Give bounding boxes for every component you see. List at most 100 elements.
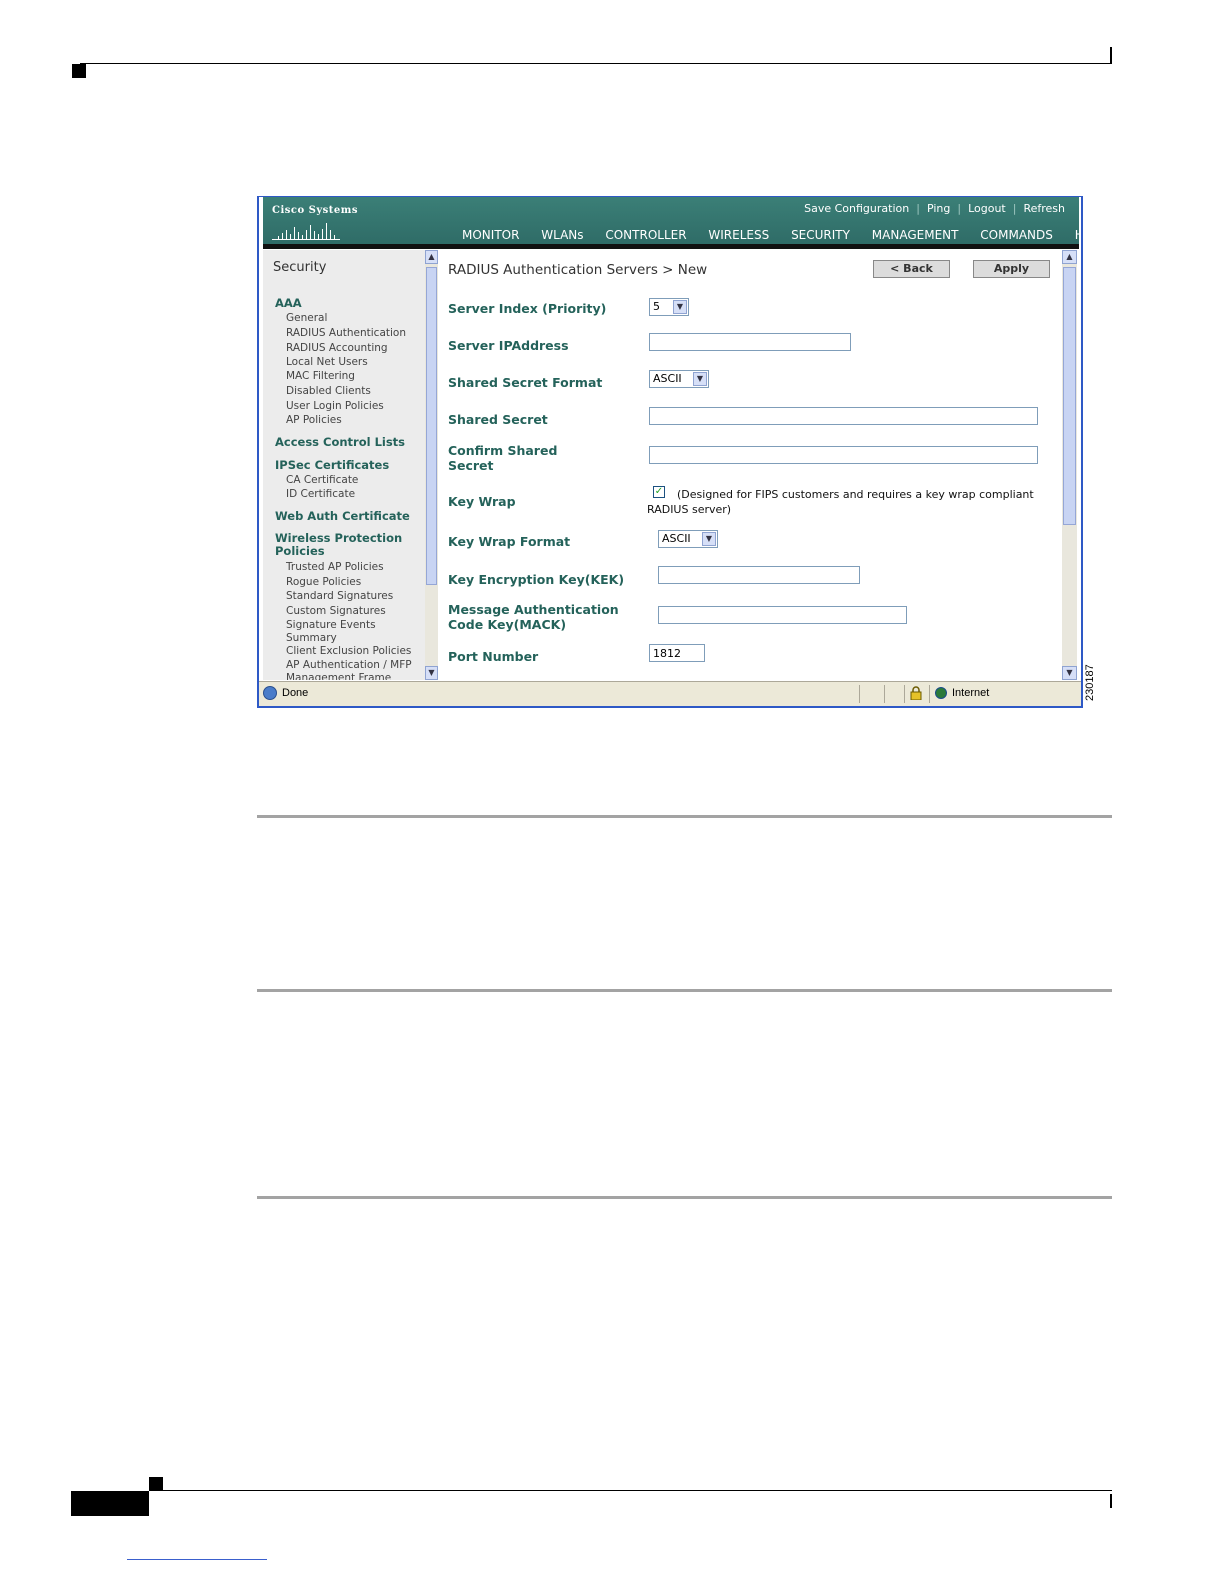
sidebar-item-radius-accounting[interactable]: RADIUS Accounting	[286, 342, 388, 354]
sidebar-item-wireless-protection-policies[interactable]: Wireless Protection Policies	[275, 532, 402, 558]
page-done-icon	[263, 686, 277, 700]
main-scroll-down-icon[interactable]: ▼	[1062, 666, 1077, 680]
sidebar-item-user-login-policies[interactable]: User Login Policies	[286, 400, 384, 412]
header-divider	[263, 244, 1079, 249]
chevron-down-icon: ▼	[693, 372, 707, 386]
app-header: Cisco Systems Save Configuration | Ping | Lo…	[263, 197, 1081, 249]
key-wrap-checkbox[interactable]: ✓	[653, 486, 665, 498]
chevron-down-icon: ▼	[673, 300, 687, 314]
server-ip-label: Server IPAddress	[448, 338, 569, 353]
sidebar-item-summary[interactable]: Summary	[286, 632, 337, 644]
sidebar-item-signature-events[interactable]: Signature Events	[286, 619, 376, 631]
mack-input[interactable]	[658, 606, 907, 624]
key-wrap-format-value: ASCII	[662, 532, 691, 545]
server-index-label: Server Index (Priority)	[448, 301, 607, 316]
chevron-down-icon: ▼	[702, 532, 716, 546]
sidebar-scroll-thumb[interactable]	[426, 267, 437, 585]
mack-label-line-2: Code Key(MACK)	[448, 617, 567, 632]
nav-management[interactable]: MANAGEMENT	[863, 228, 968, 245]
confirm-label-line-1: Confirm Shared	[448, 443, 558, 458]
checkmark-icon: ✓	[654, 486, 664, 497]
secret-format-value: ASCII	[653, 372, 682, 385]
internet-zone-icon	[935, 687, 947, 699]
sidebar-item-management-frame[interactable]: Management Frame	[286, 672, 391, 680]
ping-link[interactable]: Ping	[927, 202, 950, 215]
nav-wireless[interactable]: WIRELESS	[699, 228, 778, 245]
back-button[interactable]: < Back	[873, 260, 950, 278]
server-ip-input[interactable]	[649, 333, 851, 351]
sidebar-item-rogue-policies[interactable]: Rogue Policies	[286, 576, 361, 588]
sidebar-item-client-exclusion-policies[interactable]: Client Exclusion Policies	[286, 645, 411, 657]
status-divider	[929, 685, 930, 703]
figure-id: 230187	[1084, 664, 1096, 701]
status-divider	[904, 685, 905, 703]
section-separator	[257, 815, 1112, 818]
key-wrap-note-line-2: RADIUS server)	[647, 503, 732, 516]
secret-format-select[interactable]: ASCII ▼	[649, 370, 709, 388]
browser-status-bar: Done Internet	[259, 681, 1081, 706]
sidebar-item-ipsec-certificates[interactable]: IPSec Certificates	[275, 459, 389, 472]
sidebar-item-custom-signatures[interactable]: Custom Signatures	[286, 605, 386, 617]
confirm-label-line-2: Secret	[448, 458, 494, 473]
main-scroll-thumb[interactable]	[1063, 267, 1076, 525]
main-content: RADIUS Authentication Servers > New < Ba…	[438, 250, 1062, 680]
shared-secret-label: Shared Secret	[448, 412, 548, 427]
page-top-rule	[80, 63, 1112, 64]
sidebar-item-general[interactable]: General	[286, 312, 327, 324]
save-configuration-link[interactable]: Save Configuration	[804, 202, 909, 215]
page-bottom-marker	[149, 1477, 163, 1491]
section-separator	[257, 989, 1112, 992]
lock-icon	[910, 686, 922, 700]
sidebar-item-mac-filtering[interactable]: MAC Filtering	[286, 370, 355, 382]
mack-label-line-1: Message Authentication	[448, 602, 619, 617]
wps-label-line-1: Wireless Protection	[275, 531, 403, 545]
cisco-logo-text: Cisco Systems	[272, 205, 358, 216]
sidebar-scroll-down-icon[interactable]: ▼	[425, 666, 438, 680]
footer-link-underline[interactable]	[127, 1559, 267, 1560]
nav-commands[interactable]: COMMANDS	[971, 228, 1062, 245]
port-number-label: Port Number	[448, 649, 539, 664]
confirm-secret-label: Confirm Shared Secret	[448, 443, 557, 473]
wps-label-line-2: Policies	[275, 544, 325, 558]
apply-button[interactable]: Apply	[973, 260, 1050, 278]
sidebar-scroll-up-icon[interactable]: ▲	[425, 250, 438, 264]
sidebar-item-radius-authentication[interactable]: RADIUS Authentication	[286, 327, 406, 339]
key-wrap-format-select[interactable]: ASCII ▼	[658, 530, 718, 548]
refresh-link[interactable]: Refresh	[1023, 202, 1065, 215]
status-divider	[884, 685, 885, 703]
sidebar-item-trusted-ap-policies[interactable]: Trusted AP Policies	[286, 561, 384, 573]
sidebar-item-web-auth-certificate[interactable]: Web Auth Certificate	[275, 510, 410, 523]
logout-link[interactable]: Logout	[968, 202, 1006, 215]
sidebar-item-access-control-lists[interactable]: Access Control Lists	[275, 436, 405, 449]
main-scroll-up-icon[interactable]: ▲	[1062, 250, 1077, 264]
kek-input[interactable]	[658, 566, 860, 584]
sidebar-item-standard-signatures[interactable]: Standard Signatures	[286, 590, 393, 602]
nav-monitor[interactable]: MONITOR	[453, 228, 528, 245]
page-bottom-rule	[150, 1490, 1112, 1491]
nav-controller[interactable]: CONTROLLER	[596, 228, 695, 245]
status-divider	[859, 685, 860, 703]
sidebar-item-local-net-users[interactable]: Local Net Users	[286, 356, 368, 368]
sidebar-item-ap-policies[interactable]: AP Policies	[286, 414, 342, 426]
port-number-input[interactable]	[649, 644, 705, 662]
shared-secret-input[interactable]	[649, 407, 1038, 425]
sidebar-item-ca-certificate[interactable]: CA Certificate	[286, 474, 358, 486]
browser-window: Cisco Systems Save Configuration | Ping | Lo…	[257, 196, 1083, 708]
page-bottom-block	[71, 1491, 149, 1516]
zone-text: Internet	[952, 687, 990, 699]
section-separator	[257, 1196, 1112, 1199]
server-index-select[interactable]: 5 ▼	[649, 298, 689, 316]
sidebar-item-aaa[interactable]: AAA	[275, 297, 302, 310]
sidebar-item-id-certificate[interactable]: ID Certificate	[286, 488, 355, 500]
nav-help[interactable]: HELP	[1066, 228, 1081, 245]
nav-wlans[interactable]: WLANs	[532, 228, 592, 245]
confirm-secret-input[interactable]	[649, 446, 1038, 464]
server-index-value: 5	[653, 300, 660, 313]
page-bottom-tick	[1110, 1494, 1112, 1508]
sidebar: Security AAA General RADIUS Authenticati…	[263, 250, 425, 680]
key-wrap-label: Key Wrap	[448, 494, 516, 509]
sidebar-item-ap-authentication-mfp[interactable]: AP Authentication / MFP	[286, 659, 412, 671]
page-title: RADIUS Authentication Servers > New	[448, 262, 708, 278]
sidebar-item-disabled-clients[interactable]: Disabled Clients	[286, 385, 371, 397]
secret-format-label: Shared Secret Format	[448, 375, 603, 390]
